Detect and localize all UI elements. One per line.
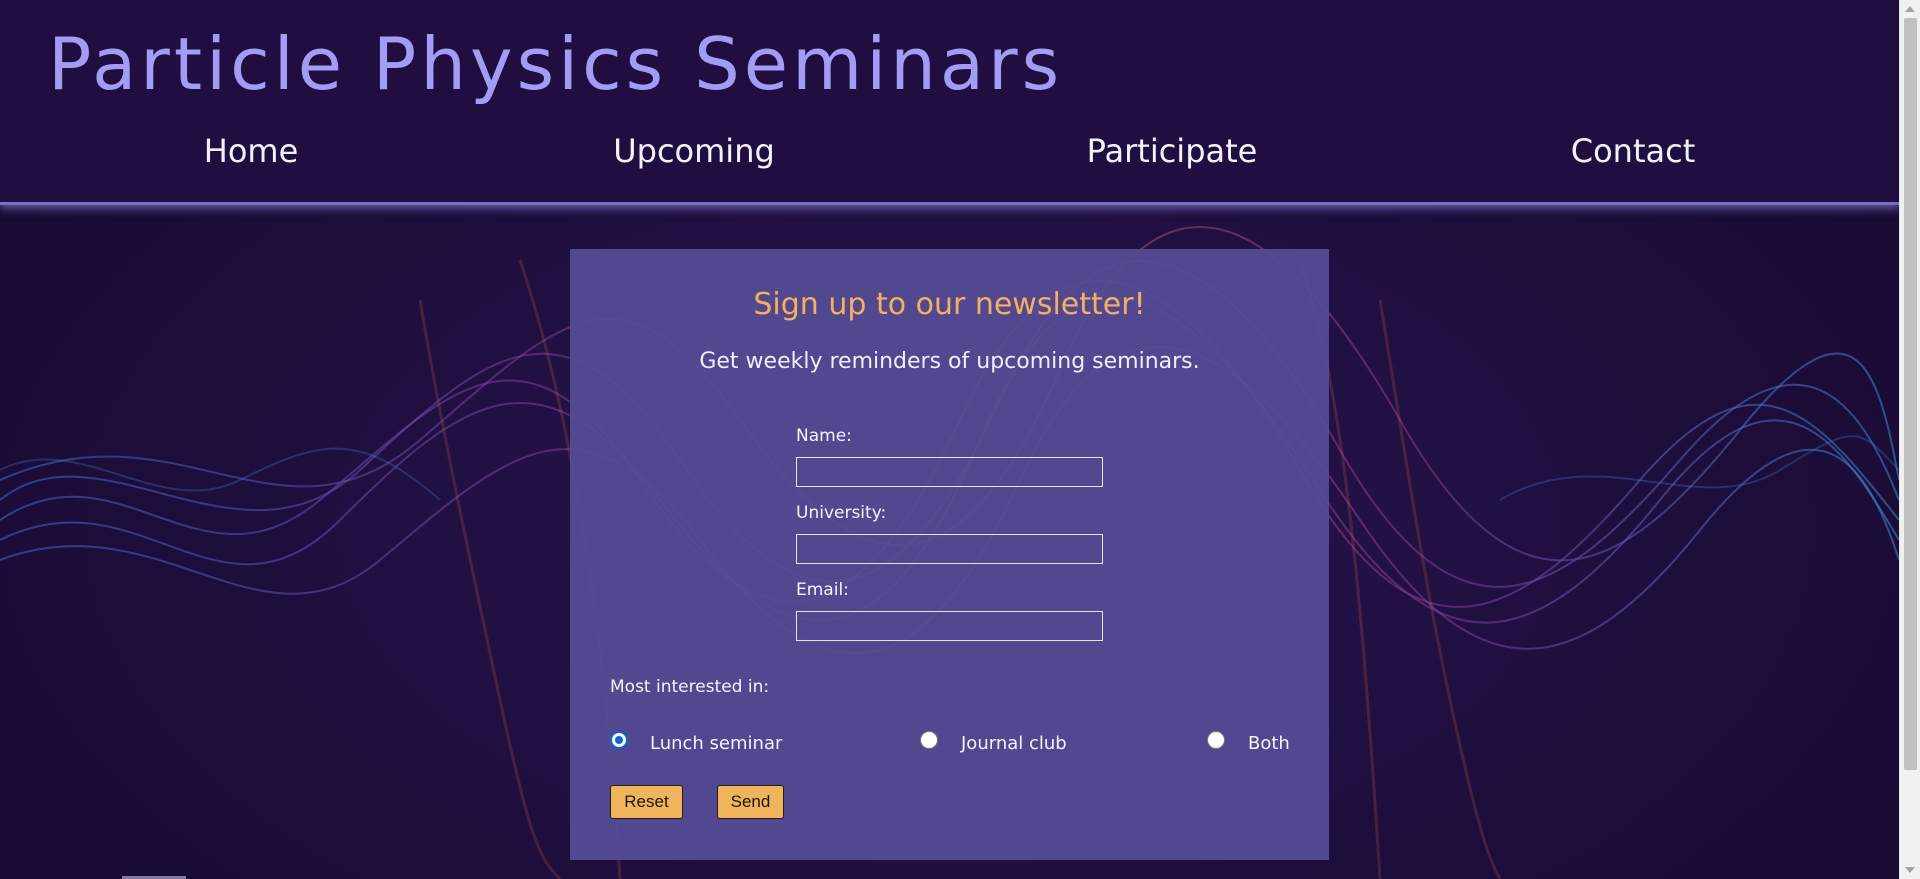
- scroll-up-icon[interactable]: [1905, 6, 1915, 12]
- scroll-down-icon[interactable]: [1905, 867, 1915, 873]
- name-input[interactable]: [796, 457, 1103, 487]
- both-radio[interactable]: [1207, 731, 1225, 749]
- nav-upcoming-link[interactable]: Upcoming: [613, 132, 775, 170]
- send-button[interactable]: Send: [717, 785, 784, 819]
- nav-participate-link[interactable]: Participate: [1087, 132, 1258, 170]
- nav-home-link[interactable]: Home: [204, 132, 299, 170]
- interest-label: Most interested in:: [610, 677, 770, 697]
- both-label[interactable]: Both: [1248, 733, 1290, 754]
- page: Particle Physics Seminars Home Upcoming …: [0, 0, 1920, 879]
- page-scrollbar[interactable]: [1899, 0, 1920, 879]
- site-title: Particle Physics Seminars: [48, 22, 1064, 106]
- university-label: University:: [796, 503, 887, 523]
- lunch-seminar-radio[interactable]: [610, 731, 628, 749]
- lunch-seminar-label[interactable]: Lunch seminar: [650, 733, 782, 754]
- journal-club-label[interactable]: Journal club: [961, 733, 1067, 754]
- scroll-thumb[interactable]: [1904, 18, 1917, 770]
- email-input[interactable]: [796, 611, 1103, 641]
- newsletter-title: Sign up to our newsletter!: [753, 287, 1146, 322]
- reset-button[interactable]: Reset: [610, 785, 683, 819]
- main-nav: Home Upcoming Participate Contact: [0, 132, 1899, 182]
- journal-club-radio[interactable]: [920, 731, 938, 749]
- university-input[interactable]: [796, 534, 1103, 564]
- newsletter-subtitle: Get weekly reminders of upcoming seminar…: [699, 349, 1200, 374]
- newsletter-card: Sign up to our newsletter! Get weekly re…: [570, 249, 1329, 860]
- email-label: Email:: [796, 580, 849, 600]
- nav-contact-link[interactable]: Contact: [1571, 132, 1696, 170]
- site-header: Particle Physics Seminars Home Upcoming …: [0, 0, 1899, 205]
- name-label: Name:: [796, 426, 852, 446]
